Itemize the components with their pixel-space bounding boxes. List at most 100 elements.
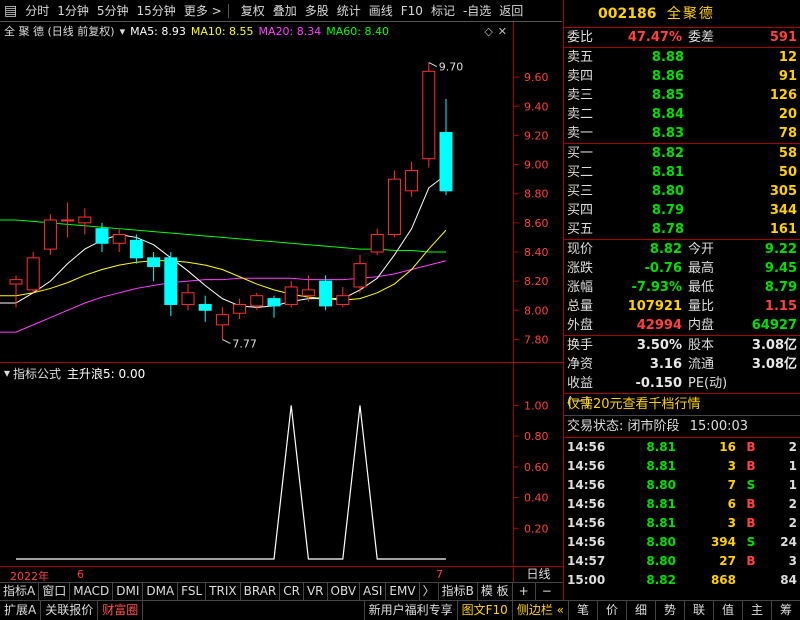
period-label[interactable]: 日线 <box>513 566 563 582</box>
quick-buttons: 笔 价 细 势 联 值 主 筹 <box>568 601 800 620</box>
price-tick-label: 8.40 <box>524 246 549 259</box>
candle-body <box>405 169 419 192</box>
quote-value: 107921 <box>627 299 682 314</box>
draw-line-button[interactable]: 画线 <box>365 0 397 22</box>
ask-row[interactable]: 卖三 8.85 126 <box>564 86 800 105</box>
kline-chart[interactable]: 9.70 7.77 <box>0 40 513 362</box>
multi-stock-button[interactable]: 多股 <box>301 0 333 22</box>
quote-value: -0.150 <box>635 376 682 391</box>
trade-state: 交易状态: 闭市阶段 15:00:03 <box>564 416 800 438</box>
tab-1min[interactable]: 1分钟 <box>53 0 93 22</box>
quick-tick-button[interactable]: 笔 <box>568 601 597 620</box>
indicator-tick-label: 0.80 <box>524 430 549 443</box>
tab-window[interactable]: 窗口 <box>39 583 71 600</box>
tick-price: 8.80 <box>646 535 676 549</box>
mark-button[interactable]: 标记 <box>427 0 459 22</box>
tab-brar[interactable]: BRAR <box>241 583 281 600</box>
tick-row[interactable]: 14:56 8.80 394 S 24 <box>564 533 800 552</box>
quick-price-button[interactable]: 价 <box>597 601 626 620</box>
tick-row[interactable]: 14:56 8.81 3 B 1 <box>564 457 800 476</box>
tab-intraday[interactable]: 分时 <box>21 0 53 22</box>
tab-fsl[interactable]: FSL <box>178 583 207 600</box>
tab-dma[interactable]: DMA <box>143 583 179 600</box>
low-marker <box>222 338 231 344</box>
more-periods-button[interactable]: 更多 > <box>180 0 226 22</box>
indicator-value-label: 主升浪5: 0.00 <box>67 366 146 381</box>
candle-body <box>43 219 57 250</box>
tab-15min[interactable]: 15分钟 <box>133 0 180 22</box>
tick-row[interactable]: 14:56 8.81 16 B 2 <box>564 438 800 457</box>
promo-banner[interactable]: 仅需20元查看千档行情 <box>564 394 800 416</box>
tab-indicator-b[interactable]: 指标B <box>439 583 478 600</box>
tick-time: 14:56 <box>567 535 606 549</box>
bid-book: 买一 8.82 58 买二 8.81 50 买三 8.80 305 买四 8.7… <box>564 144 800 240</box>
tab-vr[interactable]: VR <box>304 583 328 600</box>
quote-value: 3.50% <box>636 338 682 353</box>
bid-row[interactable]: 买四 8.79 344 <box>564 201 800 220</box>
quote-label: 最高 <box>688 261 715 276</box>
tab-dmi[interactable]: DMI <box>113 583 144 600</box>
ask-row[interactable]: 卖二 8.84 20 <box>564 105 800 124</box>
tick-list[interactable]: 14:56 8.81 16 B 2 14:56 8.81 3 B 1 14:56… <box>564 438 800 590</box>
tick-row[interactable]: 14:56 8.81 3 B 2 <box>564 514 800 533</box>
stats-button[interactable]: 统计 <box>333 0 365 22</box>
related-quotes-button[interactable]: 关联报价 <box>41 601 99 620</box>
wealth-circle-button[interactable]: 财富圈 <box>98 601 144 620</box>
quote-label: 涨跌 <box>567 261 594 276</box>
indicator-chart[interactable] <box>0 383 513 565</box>
tick-row[interactable]: 14:56 8.80 7 S 1 <box>564 476 800 495</box>
tab-template[interactable]: 模 板 <box>478 583 513 600</box>
add-indicator-button[interactable]: + <box>513 583 536 600</box>
ask-level-label: 卖一 <box>567 126 594 141</box>
new-user-benefit-link[interactable]: 新用户福利专享 <box>363 601 457 620</box>
tabs-scroll-right[interactable]: 〉 <box>420 583 439 600</box>
bid-row[interactable]: 买三 8.80 305 <box>564 182 800 201</box>
adjust-button[interactable]: 复权 <box>237 0 269 22</box>
tick-row[interactable]: 15:00 8.82 868 84 <box>564 571 800 590</box>
quick-trend-button[interactable]: 势 <box>655 601 684 620</box>
menu-icon[interactable]: ▤ <box>0 0 21 22</box>
tab-emv[interactable]: EMV <box>386 583 420 600</box>
bid-row[interactable]: 买五 8.78 161 <box>564 220 800 239</box>
bid-row[interactable]: 买二 8.81 50 <box>564 163 800 182</box>
ask-volume: 91 <box>778 69 797 84</box>
quote-label: PE(动) <box>688 376 728 391</box>
tab-indicator-a[interactable]: 指标A <box>0 583 40 600</box>
quick-main-button[interactable]: 主 <box>742 601 771 620</box>
remove-watchlist-button[interactable]: -自选 <box>459 0 495 22</box>
sidebar-toggle-button[interactable]: 侧边栏 « <box>511 601 568 620</box>
ask-row[interactable]: 卖一 8.83 78 <box>564 124 800 143</box>
tab-obv[interactable]: OBV <box>328 583 361 600</box>
tab-trix[interactable]: TRIX <box>206 583 241 600</box>
tab-asi[interactable]: ASI <box>360 583 387 600</box>
quote-value: 64927 <box>751 318 797 333</box>
collapse-icon[interactable]: ▾ <box>4 366 10 380</box>
ask-row[interactable]: 卖四 8.86 91 <box>564 67 800 86</box>
overlay-button[interactable]: 叠加 <box>269 0 301 22</box>
tick-row[interactable]: 14:57 8.80 27 B 3 <box>564 552 800 571</box>
bid-row[interactable]: 买一 8.82 58 <box>564 144 800 163</box>
quick-chips-button[interactable]: 筹 <box>771 601 800 620</box>
quote-label: 外盘 <box>567 318 594 333</box>
tab-cr[interactable]: CR <box>280 583 304 600</box>
quick-detail-button[interactable]: 细 <box>626 601 655 620</box>
expand-a-button[interactable]: 扩展A <box>0 601 42 620</box>
graphic-f10-button[interactable]: 图文F10 <box>456 601 512 620</box>
ma5-label: MA5: 8.93 <box>130 24 186 38</box>
quick-value-button[interactable]: 值 <box>713 601 742 620</box>
remove-indicator-button[interactable]: − <box>536 583 558 600</box>
ma20-label: MA20: 8.34 <box>258 24 322 38</box>
quick-link-button[interactable]: 联 <box>684 601 713 620</box>
diamond-icon[interactable]: ◇ <box>484 25 492 38</box>
dropdown-icon[interactable]: ▾ <box>120 25 126 38</box>
ask-volume: 78 <box>778 126 797 141</box>
indicator-formula-label[interactable]: 指标公式 <box>13 365 61 382</box>
f10-button[interactable]: F10 <box>397 0 427 22</box>
ask-row[interactable]: 卖五 8.88 12 <box>564 48 800 67</box>
tick-row[interactable]: 14:56 8.81 6 B 2 <box>564 495 800 514</box>
close-icon[interactable]: ✕ <box>498 25 507 38</box>
bid-price: 8.81 <box>651 165 684 180</box>
tab-5min[interactable]: 5分钟 <box>93 0 133 22</box>
back-button[interactable]: 返回 <box>495 0 527 22</box>
tab-macd[interactable]: MACD <box>70 583 114 600</box>
